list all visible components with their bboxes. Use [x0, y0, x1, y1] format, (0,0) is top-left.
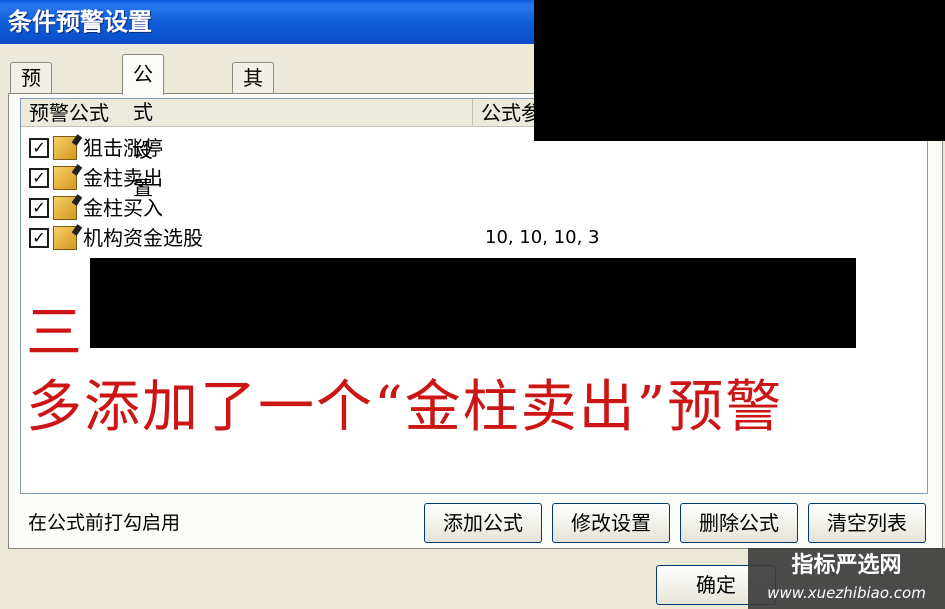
modify-settings-button[interactable]: 修改设置 — [552, 503, 670, 543]
formula-icon — [53, 226, 77, 250]
clear-list-button[interactable]: 清空列表 — [808, 503, 926, 543]
list-item[interactable]: ✓ 机构资金选股 10, 10, 10, 3 — [29, 224, 909, 252]
watermark-url: www.xuezhibiao.com — [767, 584, 926, 602]
annotation-line-1: 三 — [26, 301, 84, 366]
watermark: 指标严选网 www.xuezhibiao.com — [748, 548, 945, 609]
tab-other-settings[interactable]: 其它设置 — [232, 62, 274, 180]
formula-params: 10, 10, 10, 3 — [485, 227, 600, 248]
list-item[interactable]: ✓ 金柱买入 — [29, 194, 909, 222]
list-item[interactable]: ✓ 金柱卖出 — [29, 164, 909, 192]
hint-text: 在公式前打勾启用 — [28, 512, 181, 534]
watermark-name: 指标严选网 — [791, 553, 902, 578]
annotation-line-2: 多添加了一个“金柱卖出”预警 — [26, 375, 784, 440]
add-formula-button[interactable]: 添加公式 — [424, 503, 542, 543]
checkbox[interactable]: ✓ — [29, 198, 49, 218]
formula-name: 机构资金选股 — [83, 226, 203, 250]
redaction-box — [534, 0, 945, 141]
formula-icon — [53, 136, 77, 160]
checkbox[interactable]: ✓ — [29, 228, 49, 248]
formula-icon — [53, 166, 77, 190]
checkbox[interactable]: ✓ — [29, 138, 49, 158]
delete-formula-button[interactable]: 删除公式 — [680, 503, 798, 543]
tab-formula-settings[interactable]: 公式设置 — [122, 54, 164, 200]
checkbox[interactable]: ✓ — [29, 168, 49, 188]
tab-varieties[interactable]: 预警品种 — [10, 62, 52, 180]
redaction-box — [90, 258, 856, 348]
column-header-formula[interactable]: 预警公式 — [21, 99, 473, 127]
formula-icon — [53, 196, 77, 220]
